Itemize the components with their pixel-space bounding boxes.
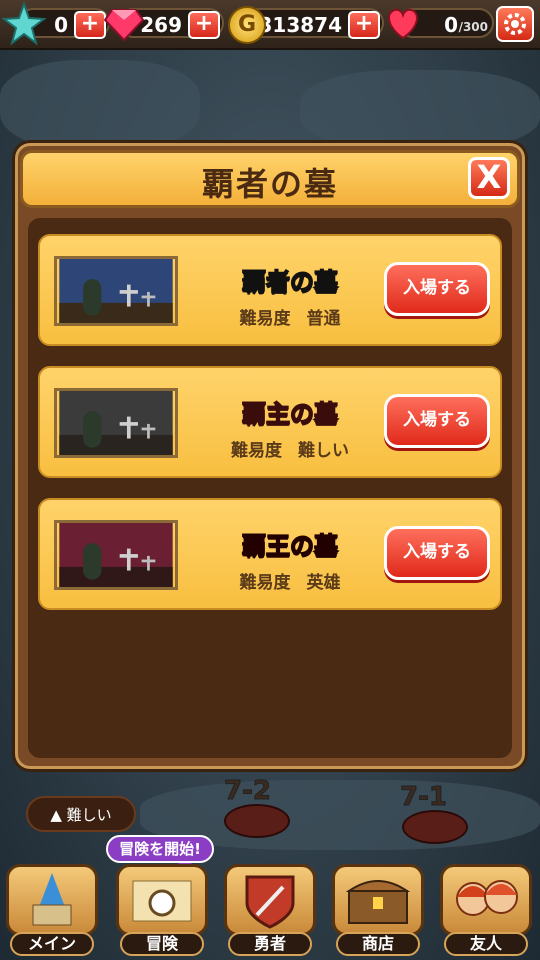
- hearts-value: 0: [444, 13, 458, 37]
- add-stars-button[interactable]: +: [74, 11, 106, 39]
- castle-icon: [6, 864, 98, 936]
- stage-label-7-2: 7-2: [224, 776, 272, 807]
- difficulty-label: 難易度: [239, 573, 291, 593]
- dungeon-card-3: 覇王の墓 難易度 英雄 入場する: [38, 498, 502, 610]
- enter-button-1[interactable]: 入場する: [384, 262, 490, 316]
- difficulty-value: 普通: [306, 309, 341, 329]
- enter-button-3[interactable]: 入場する: [384, 526, 490, 580]
- nav-main-label: メイン: [10, 932, 94, 956]
- stage-node-7-1[interactable]: [402, 810, 468, 844]
- difficulty-toggle[interactable]: ▲ 難しい: [26, 796, 136, 832]
- resource-bar: 0 + 269 + 313874 + G 0 /300: [0, 0, 540, 50]
- dungeon-difficulty-2: 難易度 難しい: [200, 436, 380, 461]
- dungeon-name-2: 覇主の墓: [241, 399, 339, 429]
- nav-shop[interactable]: 商店: [332, 864, 424, 956]
- hearts-max: /300: [458, 20, 488, 34]
- dungeon-name-1: 覇者の墓: [241, 267, 339, 297]
- dungeon-name-3: 覇王の墓: [241, 531, 339, 561]
- enter-button-2[interactable]: 入場する: [384, 394, 490, 448]
- dungeon-card-1: 覇者の墓 難易度 普通 入場する: [38, 234, 502, 346]
- stars-value: 0: [54, 13, 68, 37]
- difficulty-value: 英雄: [306, 573, 341, 593]
- nav-adventure[interactable]: 冒険: [116, 864, 208, 956]
- gear-icon: [504, 13, 526, 35]
- nav-friends-label: 友人: [444, 932, 528, 956]
- dungeon-thumbnail-2: [54, 388, 178, 458]
- map-compass-icon: [116, 864, 208, 936]
- stage-label-7-1: 7-1: [400, 782, 448, 813]
- nav-shop-label: 商店: [336, 932, 420, 956]
- dungeon-difficulty-3: 難易度 英雄: [200, 568, 380, 593]
- add-gold-button[interactable]: +: [348, 11, 380, 39]
- friends-icon: [440, 864, 532, 936]
- settings-button[interactable]: [496, 6, 534, 42]
- nav-main[interactable]: メイン: [6, 864, 98, 956]
- treasure-chest-icon: [332, 864, 424, 936]
- nav-heroes[interactable]: 勇者: [224, 864, 316, 956]
- difficulty-label: 難易度: [239, 309, 291, 329]
- nav-heroes-label: 勇者: [228, 932, 312, 956]
- dungeon-thumbnail-1: [54, 256, 178, 326]
- start-adventure-bubble: 冒険を開始!: [106, 835, 214, 870]
- gem-icon: [104, 9, 144, 42]
- difficulty-value: 難しい: [298, 441, 349, 461]
- nav-adventure-label: 冒険: [120, 932, 204, 956]
- heart-icon: [388, 8, 418, 40]
- gems-value: 269: [140, 13, 182, 37]
- nav-friends[interactable]: 友人: [440, 864, 532, 956]
- close-icon: X: [476, 158, 502, 196]
- dungeon-card-2: 覇主の墓 難易度 難しい 入場する: [38, 366, 502, 478]
- modal-header: 覇者の墓: [20, 150, 520, 208]
- gold-coin-icon: G: [228, 6, 266, 44]
- modal-title: 覇者の墓: [201, 165, 338, 203]
- bottom-nav: メイン 冒険 勇者 商店 友人: [0, 862, 540, 960]
- star-icon: [2, 2, 46, 46]
- dungeon-thumbnail-3: [54, 520, 178, 590]
- dungeon-difficulty-1: 難易度 普通: [200, 304, 380, 329]
- add-gems-button[interactable]: +: [188, 11, 220, 39]
- gold-value: 313874: [258, 13, 343, 37]
- shield-sword-icon: [224, 864, 316, 936]
- close-button[interactable]: X: [468, 157, 510, 199]
- difficulty-label: 難易度: [231, 441, 282, 461]
- stage-node-7-2[interactable]: [224, 804, 290, 838]
